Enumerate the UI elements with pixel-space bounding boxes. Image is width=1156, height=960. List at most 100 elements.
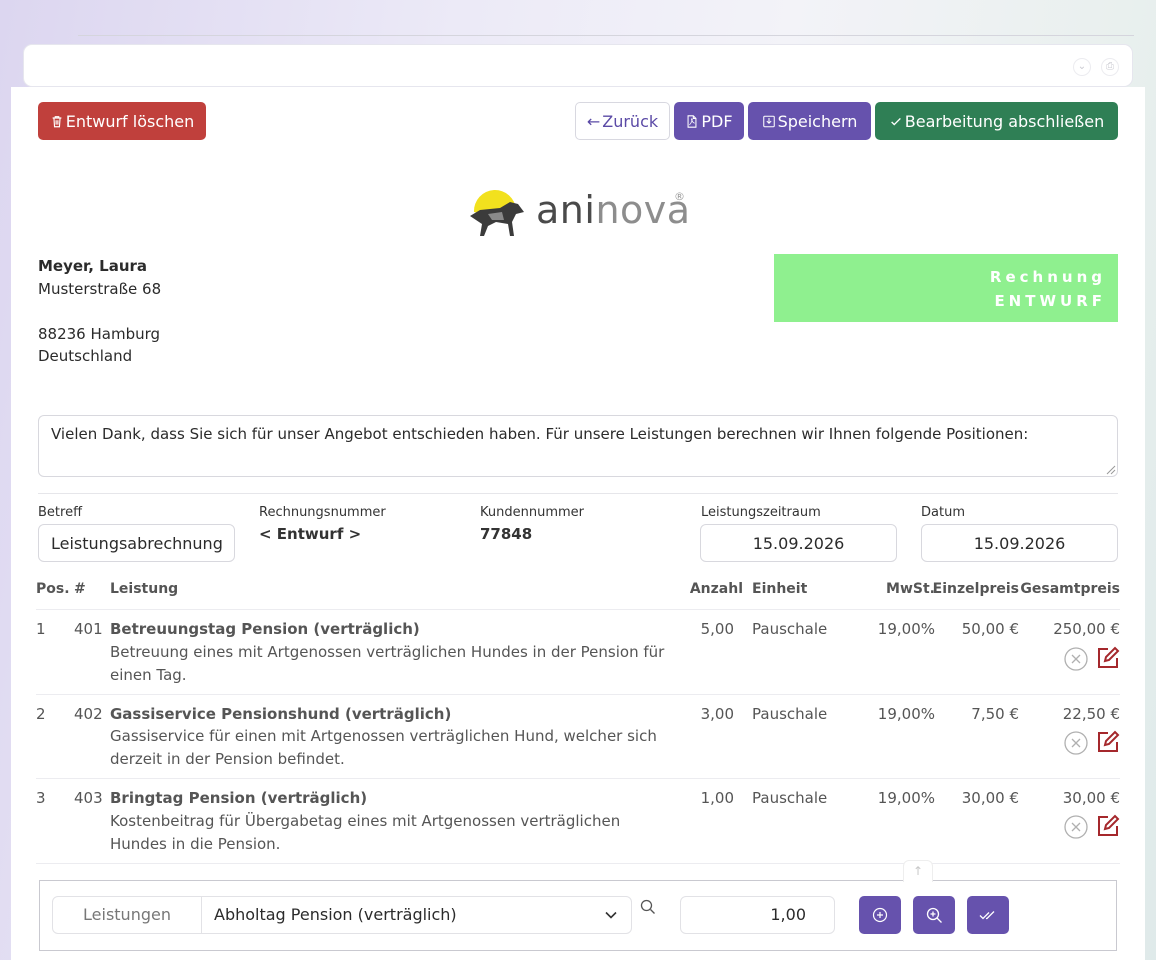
customer-city: 88236 Hamburg [38,324,161,343]
row-title: Gassiservice Pensionshund (verträglich) [110,705,452,723]
arrow-up-icon: ↑ [912,864,924,878]
row-num: 402 [74,705,103,723]
registered-mark: ® [674,190,685,203]
subject-label: Betreff [38,505,83,520]
back-label: Zurück [602,111,659,131]
trash-icon [52,115,62,127]
save-button[interactable]: Speichern [748,102,871,140]
pdf-label: PDF [701,111,733,131]
edit-row-icon[interactable] [1096,646,1120,670]
status-doc-type: Rechnung [989,268,1106,286]
invoice-number-value: < Entwurf > [259,525,362,543]
confirm-items-button[interactable] [967,896,1009,934]
pdf-button[interactable]: PDF [674,102,744,140]
section-divider [38,493,1118,494]
add-item-button[interactable] [859,896,901,934]
col-header-num: # [74,581,86,597]
customer-country: Deutschland [38,347,133,365]
row-qty: 3,00 [700,705,734,723]
delete-draft-label: Entwurf löschen [65,111,195,131]
search-icon[interactable] [640,899,656,915]
scroll-to-top-button[interactable]: ↑ [903,860,933,882]
row-divider [36,694,1120,695]
service-category-label: Leistungen [52,896,202,934]
topbar-divider [78,35,1134,36]
row-divider [36,778,1120,779]
customer-number-value: 77848 [480,525,533,543]
row-vat: 19,00% [877,620,935,638]
row-pos: 3 [36,789,46,807]
intro-textarea[interactable]: Vielen Dank, dass Sie sich für unser Ang… [38,415,1118,477]
print-icon[interactable]: ⎙ [1101,58,1119,76]
row-title: Betreuungstag Pension (verträglich) [110,620,420,638]
logo-wordmark: aninova [536,188,691,232]
arrow-left-icon: ← [586,111,601,131]
customer-number-label: Kundennummer [480,505,584,520]
col-header-qty: Anzahl [689,581,743,597]
remove-row-icon[interactable] [1064,815,1088,839]
row-qty: 5,00 [700,620,734,638]
chevron-down-icon[interactable]: ⌄ [1073,58,1091,76]
back-button[interactable]: ← Zurück [575,102,670,140]
col-header-total: Gesamtpreis [1020,581,1120,597]
customer-address: Meyer, Laura Musterstraße 68 88236 Hambu… [38,255,161,368]
row-num: 401 [74,620,103,638]
row-unit-price: 30,00 € [961,789,1019,807]
remove-row-icon[interactable] [1064,731,1088,755]
edit-row-icon[interactable] [1096,730,1120,754]
col-header-unit-price: Einzelpreis [932,581,1019,597]
edit-row-icon[interactable] [1096,814,1120,838]
quantity-input[interactable]: 1,00 [680,896,835,934]
row-pos: 2 [36,705,46,723]
check-icon [890,117,901,126]
row-pos: 1 [36,620,46,638]
subject-input[interactable]: Leistungsabrechnung [38,524,235,562]
service-select[interactable]: Abholtag Pension (verträglich) [201,896,632,934]
row-num: 403 [74,789,103,807]
row-total: 22,50 € [1062,705,1120,723]
row-description: Betreuung eines mit Artgenossen verträgl… [110,643,665,684]
row-unit: Pauschale [752,789,828,807]
zoom-in-icon [926,907,942,923]
service-period-label: Leistungszeitraum [701,505,821,520]
status-state: ENTWURF [994,292,1106,310]
row-divider [36,863,1120,864]
dog-logo-icon [470,189,524,236]
delete-draft-button[interactable]: Entwurf löschen [38,102,206,140]
table-header-divider [36,609,1120,610]
company-logo: aninova ® [466,184,696,240]
row-total: 30,00 € [1062,789,1120,807]
invoice-number-label: Rechnungsnummer [259,505,386,520]
save-icon [762,115,775,127]
customer-name: Meyer, Laura [38,257,148,275]
date-label: Datum [921,505,965,520]
customer-street: Musterstraße 68 [38,279,162,298]
finish-editing-label: Bearbeitung abschließen [904,111,1105,131]
col-header-vat: MwSt. [886,581,935,597]
col-header-pos: Pos. [36,581,70,597]
zoom-search-button[interactable] [913,896,955,934]
row-vat: 19,00% [877,789,935,807]
row-unit: Pauschale [752,620,828,638]
row-description: Gassiservice für einen mit Artgenossen v… [110,727,657,768]
double-check-icon [979,911,995,920]
top-toolbar: ⌄ ⎙ [23,44,1133,87]
col-header-unit: Einheit [752,581,808,597]
row-unit-price: 50,00 € [961,620,1019,638]
plus-circle-icon [872,907,888,923]
row-description: Kostenbeitrag für Übergabetag eines mit … [110,812,621,853]
service-select-value: Abholtag Pension (verträglich) [214,905,457,924]
remove-row-icon[interactable] [1064,647,1088,671]
row-title: Bringtag Pension (verträglich) [110,789,368,807]
row-unit-price: 7,50 € [971,705,1019,723]
invoice-status-badge: Rechnung ENTWURF [774,254,1118,322]
service-period-input[interactable]: 15.09.2026 [700,524,897,562]
resize-handle-icon[interactable] [1106,465,1116,475]
save-label: Speichern [777,111,858,131]
row-qty: 1,00 [700,789,734,807]
row-vat: 19,00% [877,705,935,723]
col-header-service: Leistung [110,581,179,597]
row-total: 250,00 € [1053,620,1120,638]
date-input[interactable]: 15.09.2026 [921,524,1118,562]
finish-editing-button[interactable]: Bearbeitung abschließen [875,102,1118,140]
